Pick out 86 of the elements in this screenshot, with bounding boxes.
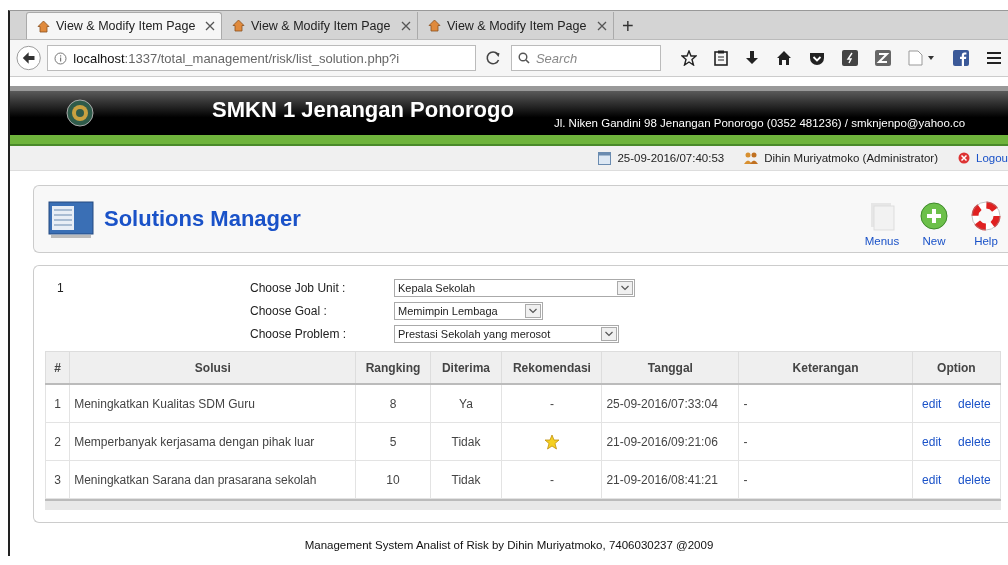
search-field[interactable]: Search (510, 45, 661, 71)
page-title: Solutions Manager (104, 206, 302, 232)
toolbar-button[interactable]: Help (966, 201, 1006, 247)
field-label: Choose Goal : (250, 303, 328, 318)
browser-tab[interactable]: View & Modify Item Page (418, 12, 614, 39)
caret-icon (601, 326, 617, 341)
table-cell: 10 (355, 460, 431, 499)
menu-icon[interactable] (986, 51, 1002, 65)
row-link[interactable]: edit (922, 396, 942, 411)
dropdown[interactable]: Kepala Sekolah (394, 278, 635, 297)
column-header: Rekomendasi (501, 351, 602, 384)
clipboard-icon[interactable] (714, 50, 728, 66)
star-icon[interactable] (681, 50, 697, 66)
new-tab-button[interactable]: + (614, 13, 642, 39)
current-datetime: 25-09-2016/07:40:53 (617, 152, 725, 164)
table-cell-text: - (549, 472, 554, 487)
list-window-icon (48, 199, 94, 239)
table-cell: 3 (45, 460, 70, 499)
row-link[interactable]: edit (922, 434, 942, 449)
school-address: Jl. Niken Gandini 98 Jenangan Ponorogo (0352 481236) / smknjenpo@yahoo.co (553, 117, 966, 131)
toolbar-button[interactable]: Menus (862, 201, 902, 247)
home-icon (37, 19, 50, 33)
record-count: 1 (56, 280, 65, 295)
dropdown[interactable]: Prestasi Sekolah yang merosot (394, 324, 619, 343)
users-icon (744, 152, 759, 164)
delete-link[interactable]: delete (958, 472, 991, 487)
table-cell: Memperbanyak kerjasama dengan pihak luar (69, 422, 356, 461)
table-cell: 2 (45, 422, 70, 461)
school-emblem-icon (66, 99, 94, 127)
site-title: SMKN 1 Jenangan Ponorogo (212, 97, 514, 123)
field-label: Choose Problem : (250, 326, 348, 341)
dropdown[interactable]: Memimpin Lembaga (394, 301, 543, 320)
table-cell: Meningkatkan Sarana dan prasarana sekolah (69, 460, 356, 499)
browser-tab[interactable]: View & Modify Item Page (222, 12, 418, 39)
footer-text: Management System Analist of Risk by Dihin Muriyatmoko, 7406030237 @2009 (304, 539, 714, 551)
table-cell: 25-09-2016/07:33:04 (601, 384, 739, 423)
column-header: Keterangan (738, 351, 913, 384)
column-header: Rangking (355, 351, 431, 384)
close-tab-icon[interactable] (597, 20, 607, 31)
column-header: Solusi (69, 351, 356, 384)
caret-icon (617, 280, 633, 295)
download-icon[interactable] (745, 50, 759, 66)
column-header: Diterima (430, 351, 502, 384)
table-cell-text: - (549, 396, 554, 411)
table-cell: Ya (430, 384, 502, 423)
close-tab-icon[interactable] (205, 21, 215, 31)
column-header: # (45, 351, 70, 384)
delete-link[interactable]: delete (958, 396, 991, 411)
logout-link[interactable]: Logou (976, 152, 1008, 164)
table-cell: 8 (355, 384, 431, 423)
table-cell: Meningkatkan Kualitas SDM Guru (69, 384, 356, 423)
row-link[interactable]: edit (922, 472, 942, 487)
table-cell: 5 (355, 422, 431, 461)
table-cell: - (738, 422, 913, 461)
caret-icon (525, 303, 541, 318)
column-header: Option (912, 351, 1001, 384)
f-square-icon[interactable] (953, 50, 969, 66)
home-icon (428, 19, 441, 32)
back-icon[interactable] (16, 45, 42, 71)
bolt-square-icon[interactable] (842, 50, 858, 66)
browser-tab[interactable]: View & Modify Item Page (26, 12, 222, 39)
info-icon (54, 51, 68, 65)
calendar-icon (598, 151, 612, 165)
close-tab-icon[interactable] (401, 20, 411, 31)
add-icon (919, 201, 949, 231)
logout-icon[interactable] (958, 152, 970, 164)
column-header: Tanggal (601, 351, 739, 384)
search-icon (517, 52, 530, 64)
table-cell: 21-09-2016/08:41:21 (601, 460, 739, 499)
table-cell: - (738, 460, 913, 499)
table-cell: 1 (45, 384, 70, 423)
lifebuoy-icon (971, 201, 1001, 231)
table-cell: Tidak (430, 460, 502, 499)
table-cell: - (738, 384, 913, 423)
field-label: Choose Job Unit : (250, 280, 347, 295)
home-icon (232, 19, 245, 32)
delete-link[interactable]: delete (958, 434, 991, 449)
page-dropdown-icon[interactable] (908, 50, 936, 66)
toolbar-button[interactable]: New (914, 201, 954, 247)
pocket-icon[interactable] (809, 50, 825, 66)
address-bar[interactable]: localhost:1337/total_management/risk/list_solution.php?i (47, 45, 476, 71)
home-icon[interactable] (776, 50, 792, 66)
z-square-icon[interactable] (875, 50, 891, 66)
table-cell: 21-09-2016/09:21:06 (601, 422, 739, 461)
table-cell: Tidak (430, 422, 502, 461)
user-name: Dihin Muriyatmoko (Administrator) (764, 152, 938, 164)
